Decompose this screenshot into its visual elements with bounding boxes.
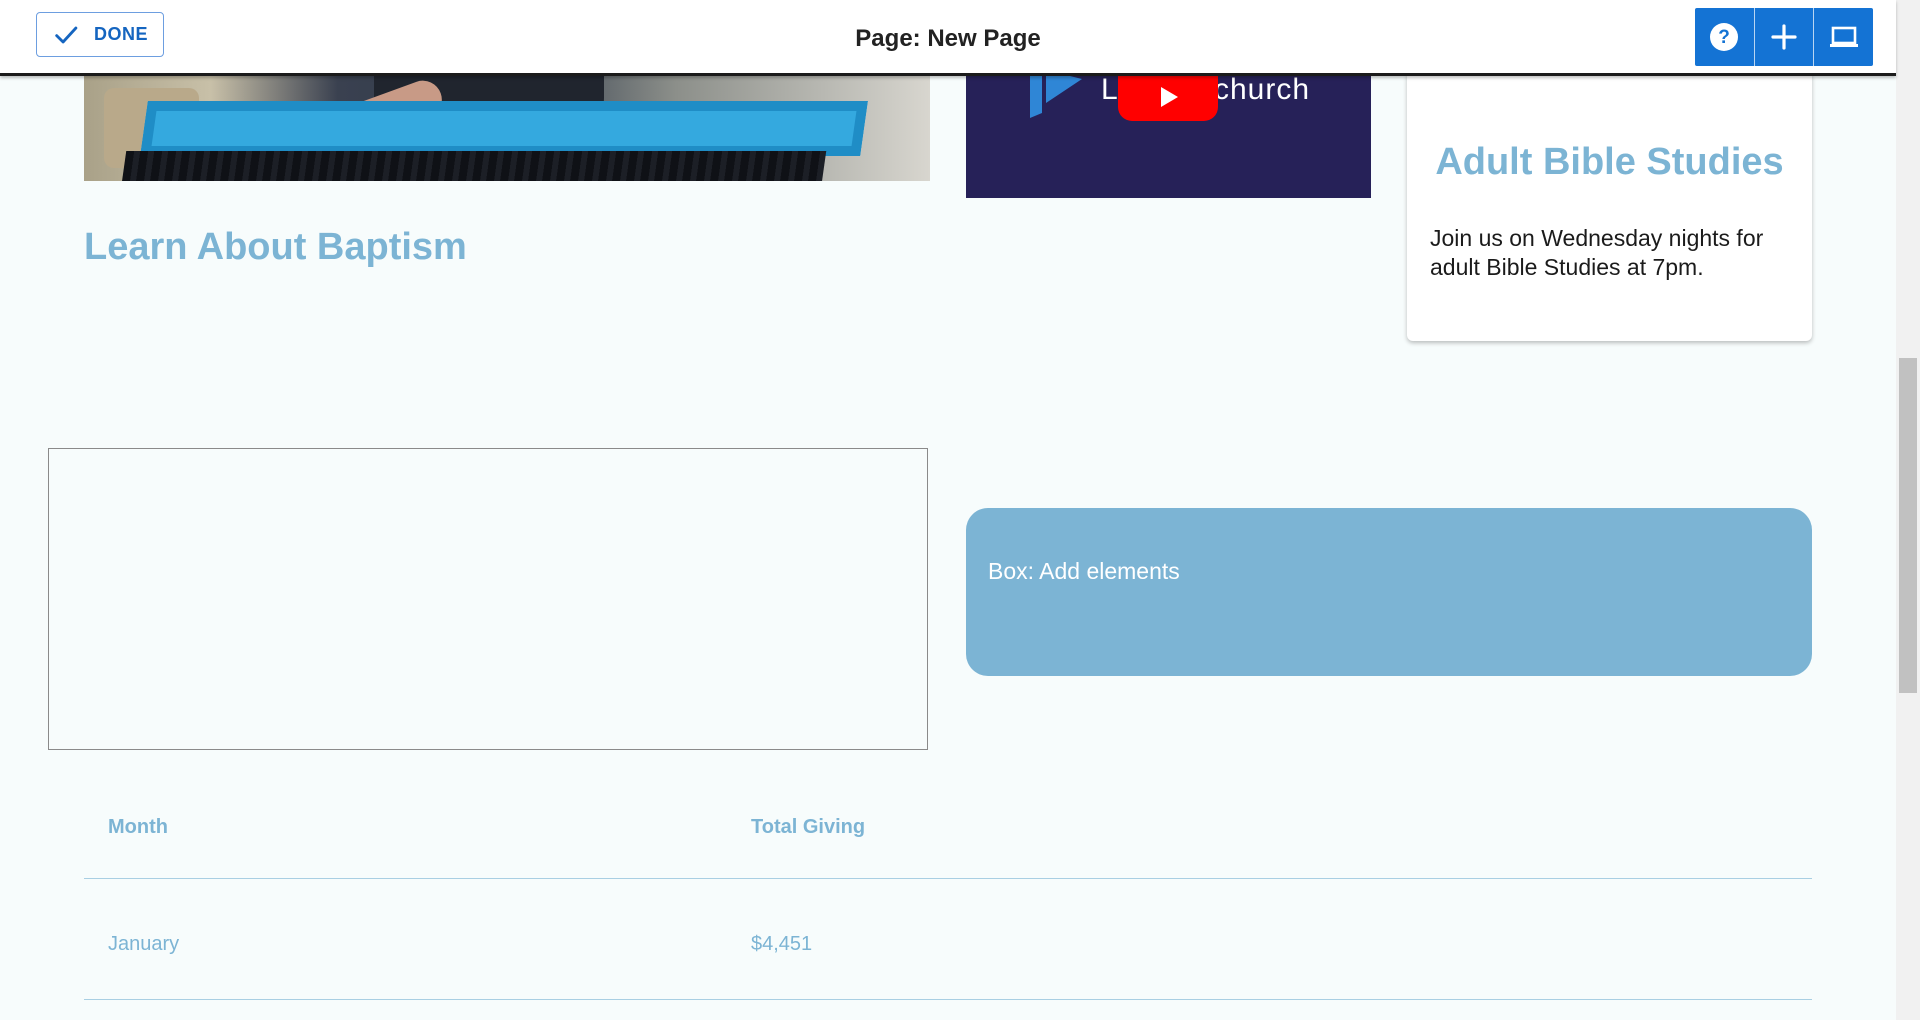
editor-toolbar: DONE Page: New Page ?	[0, 0, 1896, 76]
table-row: January $4,451	[84, 879, 1812, 1000]
box-element[interactable]: Box: Add elements	[966, 508, 1812, 676]
scrollbar-thumb[interactable]	[1899, 358, 1917, 693]
table-cell-month: January	[108, 933, 180, 955]
giving-table: Month Total Giving January $4,451	[84, 770, 1812, 1000]
card-title: Adult Bible Studies	[1435, 141, 1784, 183]
channel-logo-icon	[1030, 73, 1082, 118]
video-title-right: church	[1214, 73, 1311, 106]
desktop-view-icon	[1829, 26, 1858, 47]
bible-studies-card[interactable]: Adult Bible Studies Join us on Wednesday…	[1407, 73, 1812, 341]
box-label: Box: Add elements	[988, 558, 1180, 584]
table-header-month[interactable]: Month	[108, 816, 168, 839]
youtube-play-button[interactable]	[1118, 73, 1218, 121]
help-icon: ?	[1710, 23, 1739, 51]
help-button[interactable]: ?	[1695, 8, 1755, 66]
embedded-video[interactable]: L church	[966, 73, 1371, 198]
video-title-left: L	[1101, 73, 1119, 106]
desktop-view-button[interactable]	[1814, 8, 1873, 66]
baptism-heading[interactable]: Learn About Baptism	[84, 226, 467, 269]
svg-text:?: ?	[1719, 27, 1731, 48]
empty-element-placeholder[interactable]	[48, 448, 928, 750]
vertical-scrollbar[interactable]	[1896, 0, 1920, 1020]
add-icon	[1771, 24, 1797, 50]
toolbar-button-group: ?	[1695, 8, 1873, 66]
photo-tub-skirt	[121, 151, 827, 181]
add-element-button[interactable]	[1755, 8, 1815, 66]
baptism-photo	[84, 73, 930, 181]
table-header-total-giving[interactable]: Total Giving	[751, 816, 865, 839]
youtube-play-icon	[1161, 87, 1178, 107]
card-body: Join us on Wednesday nights for adult Bi…	[1430, 225, 1764, 280]
table-header-row: Month Total Giving	[84, 770, 1812, 879]
page-title: Page: New Page	[855, 25, 1041, 52]
table-cell-total-giving: $4,451	[751, 933, 813, 955]
photo-tub	[140, 101, 868, 156]
